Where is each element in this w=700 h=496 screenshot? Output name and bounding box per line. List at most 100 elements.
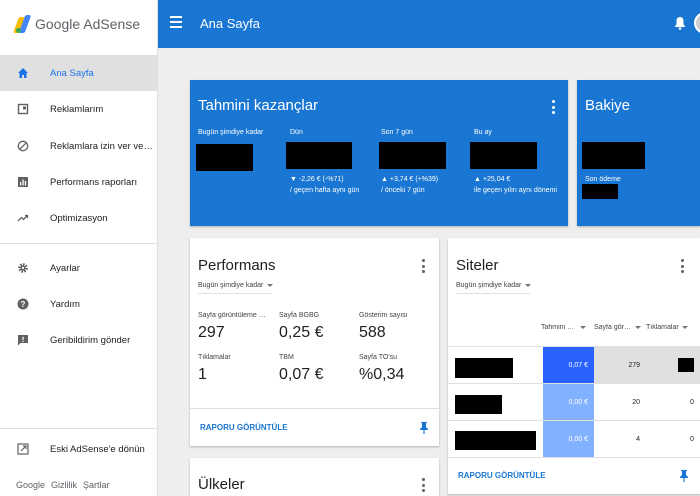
row3-pageviews-cell: 4 <box>636 435 640 443</box>
sidebar: Google AdSense Ana Sayfa Reklamlarım Rek… <box>0 0 158 496</box>
clicks-label: Tıklamalar <box>198 354 231 361</box>
sidebar-item-home[interactable]: Ana Sayfa <box>0 55 157 91</box>
earnings-this-month-value-redacted <box>470 142 537 169</box>
earnings-last7-change: ▲ +3,74 € (+%39) <box>381 176 439 183</box>
external-link-icon <box>17 443 29 455</box>
privacy-link[interactable]: Gizlilik <box>51 480 77 490</box>
performance-title: Performans <box>198 257 276 274</box>
impressions-value: 588 <box>359 324 386 341</box>
sites-range-dropdown[interactable]: Bugün şimdiye kadar <box>456 282 532 289</box>
row1-pageviews-cell: 279 <box>594 347 646 383</box>
earnings-this-month-compare: ile geçen yılın aynı dönemi <box>474 187 557 194</box>
page-ctr-value: %0,34 <box>359 366 405 383</box>
balance-value-redacted <box>582 142 645 169</box>
sidebar-item-allow-block-ads[interactable]: Reklamlara izin ver ve reklamları engell… <box>0 128 157 164</box>
pin-icon[interactable] <box>679 469 689 482</box>
sidebar-item-label: Yardım <box>50 298 80 310</box>
page-ctr-label: Sayfa TO'su <box>359 354 398 361</box>
row1-earnings-cell: 0,07 € <box>543 347 594 383</box>
sidebar-footer: Google Gizlilik Şartlar <box>16 480 110 490</box>
performance-range-dropdown[interactable]: Bugün şimdiye kadar <box>198 282 274 289</box>
sites-title: Siteler <box>456 257 499 274</box>
sidebar-item-label: Performans raporları <box>50 176 138 188</box>
row3-clicks-cell: 0 <box>690 435 694 443</box>
earnings-yesterday-change: ▼ -2,26 € (-%71) <box>290 176 344 183</box>
logo-text: Google AdSense <box>35 16 141 32</box>
notifications-bell-icon[interactable] <box>674 16 686 30</box>
page-rpm-label: Sayfa BGBG <box>279 312 320 319</box>
row1-clicks-redacted <box>678 358 694 372</box>
sidebar-item-my-ads[interactable]: Reklamlarım <box>0 91 157 127</box>
col-header-clicks[interactable]: Tıklamalar <box>646 324 700 331</box>
sidebar-item-label: Eski AdSense'e dönün <box>50 443 145 455</box>
col-header-label: Tıklamalar <box>646 324 679 331</box>
feedback-icon <box>17 334 29 346</box>
pageviews-label: Sayfa görüntüleme sayısı <box>198 312 268 319</box>
menu-icon[interactable] <box>170 16 182 28</box>
sidebar-item-help[interactable]: ? Yardım <box>0 286 157 322</box>
dropdown-underline <box>456 293 530 294</box>
sidebar-item-label: Reklamlara izin ver ve reklamları engell… <box>50 140 154 152</box>
trending-icon <box>17 212 29 224</box>
pageviews-value: 297 <box>198 324 225 341</box>
cpc-label: TBM <box>279 354 294 361</box>
col-header-earnings[interactable]: Tahmini kazançlar <box>541 324 591 331</box>
earnings-today-label: Bugün şimdiye kadar <box>198 129 264 136</box>
countries-title: Ülkeler <box>198 476 245 493</box>
sidebar-item-performance-reports[interactable]: Performans raporları <box>0 164 157 200</box>
site-name-redacted[interactable] <box>455 431 536 450</box>
bar-chart-icon <box>17 176 29 188</box>
chevron-down-icon <box>525 283 532 287</box>
col-header-label: Sayfa görüntüleme <box>594 324 632 331</box>
help-icon: ? <box>17 298 29 310</box>
svg-text:?: ? <box>21 300 26 309</box>
row2-clicks-cell: 0 <box>690 398 694 406</box>
balance-title: Bakiye <box>585 97 631 114</box>
row2-earnings-cell: 0,00 € <box>543 384 594 420</box>
row1-clicks-cell <box>646 347 700 383</box>
chevron-down-icon <box>267 283 274 287</box>
last-payment-value-redacted <box>582 184 618 199</box>
row3-earnings-cell: 0,00 € <box>543 421 594 457</box>
earnings-last7-compare: / önceki 7 gün <box>381 187 425 194</box>
home-icon <box>17 67 29 79</box>
terms-link[interactable]: Şartlar <box>83 480 110 490</box>
sidebar-item-label: Ana Sayfa <box>50 67 94 79</box>
estimated-earnings-title: Tahmini kazançlar <box>198 97 319 114</box>
site-name-redacted[interactable] <box>455 395 502 414</box>
countries-more-icon[interactable] <box>422 478 426 492</box>
sites-more-icon[interactable] <box>681 259 685 273</box>
google-link[interactable]: Google <box>16 480 45 490</box>
sidebar-item-label: Ayarlar <box>50 262 80 274</box>
earnings-yesterday-label: Dün <box>290 129 303 136</box>
adsense-logo[interactable]: Google AdSense <box>0 0 157 48</box>
col-header-pageviews[interactable]: Sayfa görüntüleme <box>594 324 644 331</box>
sort-icon <box>580 326 586 329</box>
earnings-this-month-change: ▲ +25,04 € <box>474 176 511 183</box>
account-avatar[interactable] <box>694 12 700 34</box>
earnings-more-icon[interactable] <box>552 100 556 114</box>
sidebar-item-old-adsense[interactable]: Eski AdSense'e dönün <box>0 431 157 467</box>
cpc-value: 0,07 € <box>279 366 324 383</box>
pin-icon[interactable] <box>419 421 429 434</box>
sidebar-item-settings[interactable]: Ayarlar <box>0 250 157 286</box>
sidebar-divider <box>0 243 157 244</box>
earnings-this-month-label: Bu ay <box>474 129 492 136</box>
col-header-label: Tahmini kazançlar <box>541 324 577 331</box>
ads-icon <box>17 103 29 115</box>
sidebar-item-optimization[interactable]: Optimizasyon <box>0 200 157 236</box>
adsense-logo-icon <box>13 15 32 33</box>
performance-view-report-link[interactable]: RAPORU GÖRÜNTÜLE <box>200 423 288 432</box>
earnings-last7-value-redacted <box>379 142 446 169</box>
sidebar-item-label: Geribildirim gönder <box>50 334 131 346</box>
sidebar-item-feedback[interactable]: Geribildirim gönder <box>0 322 157 358</box>
performance-more-icon[interactable] <box>422 259 426 273</box>
clicks-value: 1 <box>198 366 207 383</box>
sites-range-value: Bugün şimdiye kadar <box>456 282 522 289</box>
block-icon <box>17 140 29 152</box>
earnings-last7-label: Son 7 gün <box>381 129 413 136</box>
site-name-redacted[interactable] <box>455 358 513 378</box>
sort-icon <box>681 326 688 329</box>
sites-view-report-link[interactable]: RAPORU GÖRÜNTÜLE <box>458 471 546 480</box>
table-divider <box>448 457 700 458</box>
